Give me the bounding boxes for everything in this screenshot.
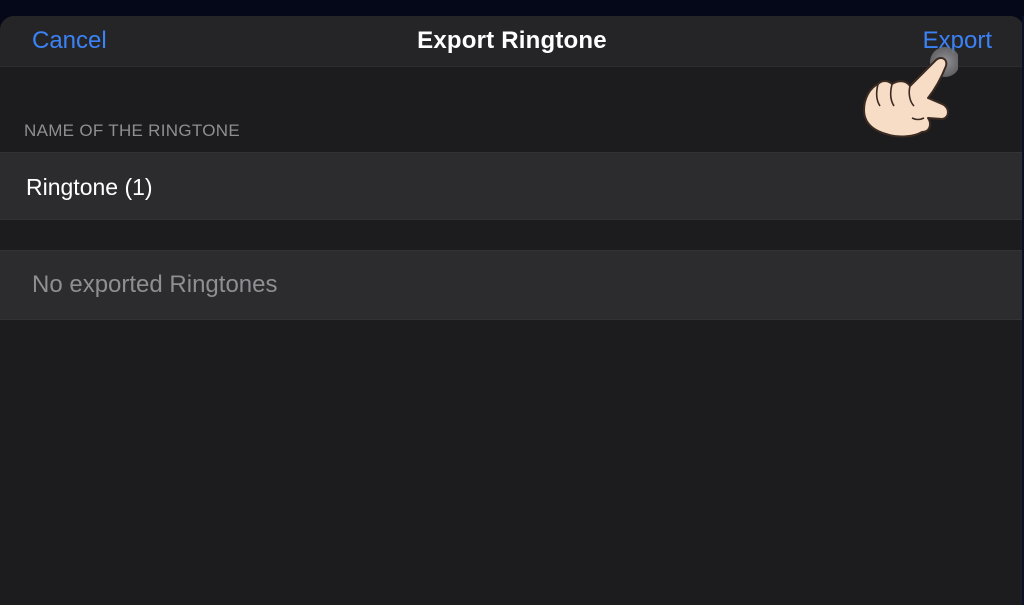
ringtone-name-row[interactable] bbox=[0, 152, 1024, 221]
ringtone-name-section-header: NAME OF THE RINGTONE bbox=[24, 121, 241, 140]
pointing-hand-icon bbox=[863, 47, 958, 138]
empty-state-label: No exported Ringtones bbox=[32, 271, 278, 298]
ringtone-name-field[interactable] bbox=[24, 153, 928, 221]
exported-ringtones-list: No exported Ringtones bbox=[0, 250, 1024, 320]
